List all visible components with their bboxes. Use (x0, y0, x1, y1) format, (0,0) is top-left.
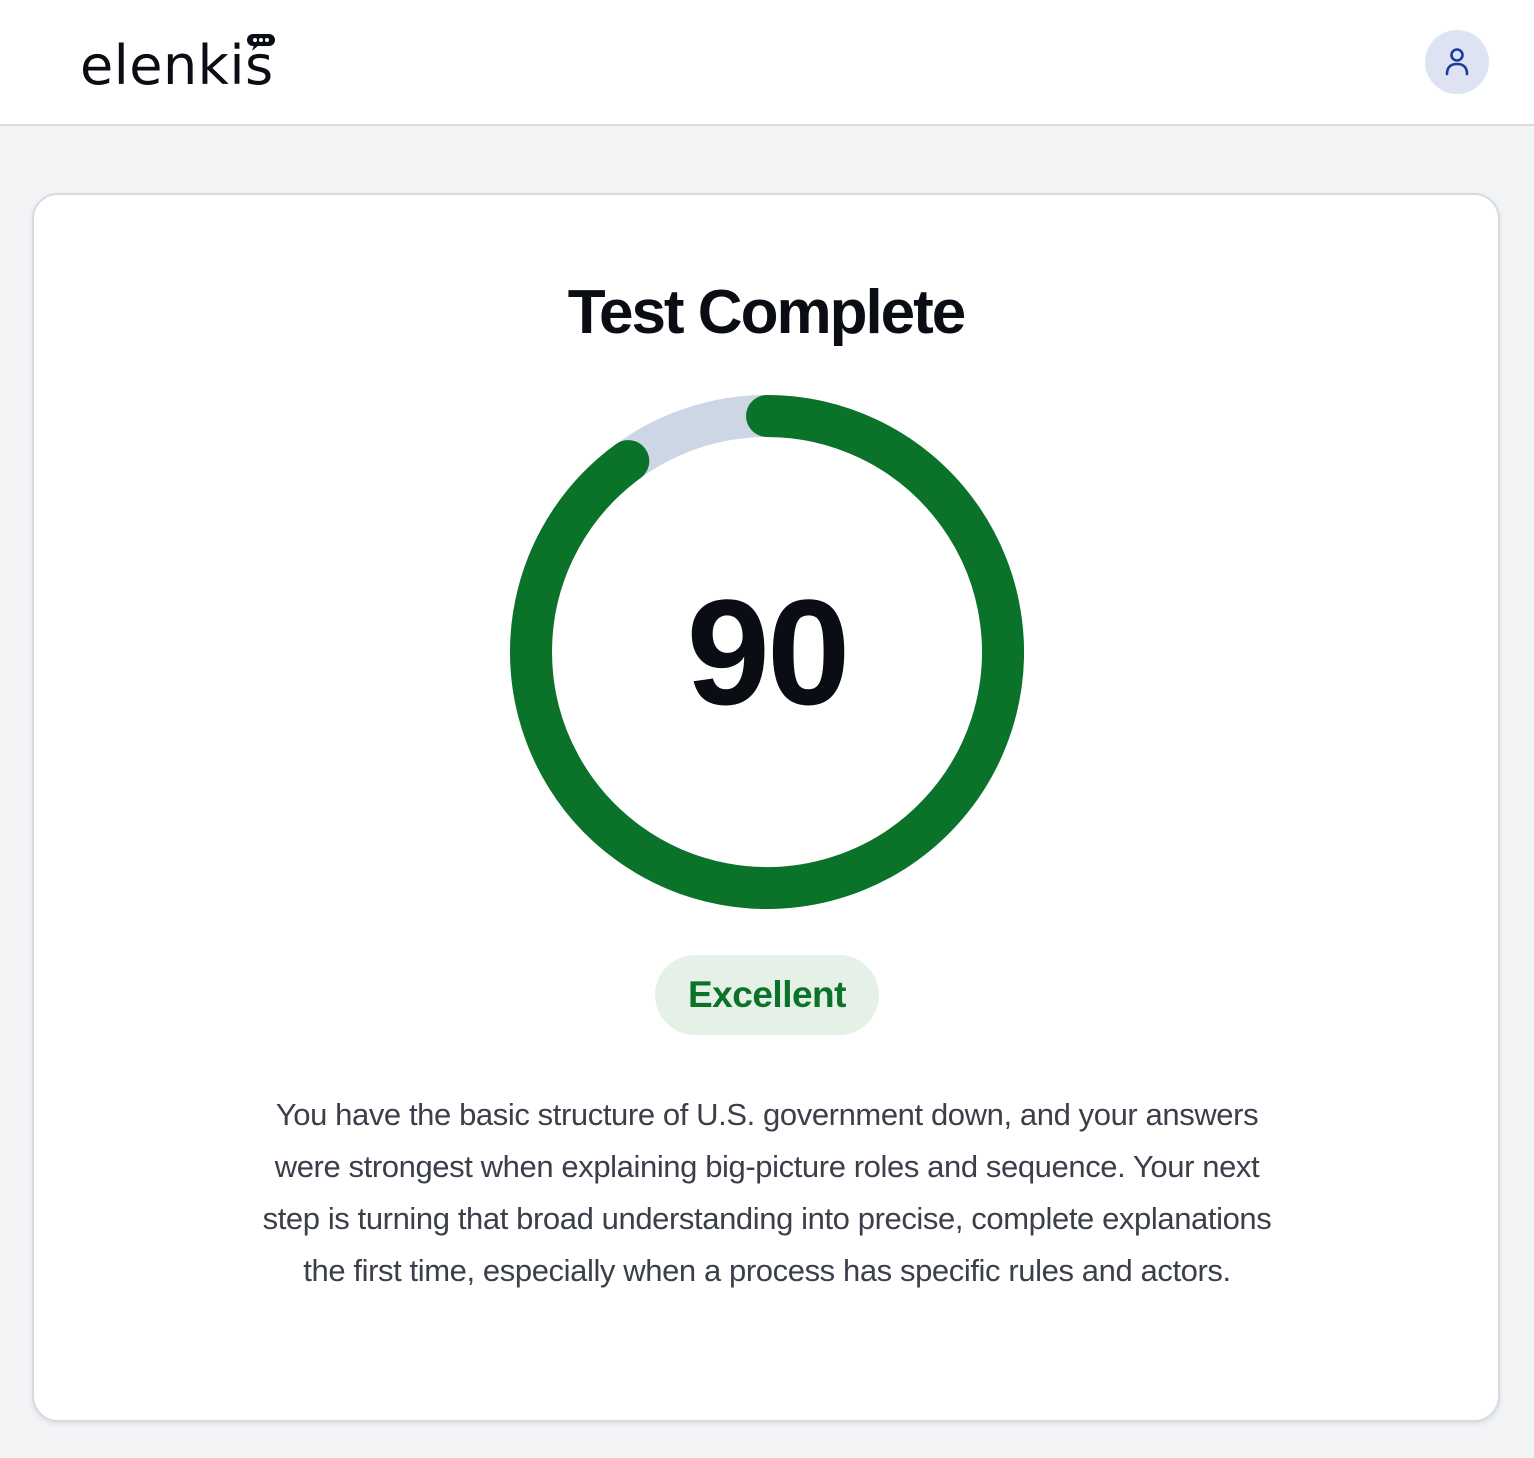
speech-bubble-icon (247, 34, 275, 51)
results-card: Test Complete 90 Excellent You have the … (32, 193, 1500, 1422)
logo-text: elenkis (80, 34, 274, 97)
account-avatar-button[interactable] (1425, 30, 1489, 94)
result-summary: You have the basic structure of U.S. gov… (262, 1097, 1272, 1288)
page-title: Test Complete (567, 278, 967, 347)
rating-badge: Excellent (655, 955, 879, 1035)
elenkis-logo[interactable]: elenkis (80, 28, 275, 98)
user-icon (1445, 48, 1469, 76)
top-header: elenkis (0, 0, 1534, 126)
score-value: 90 (686, 568, 851, 736)
score-gauge: 90 (510, 395, 1024, 909)
